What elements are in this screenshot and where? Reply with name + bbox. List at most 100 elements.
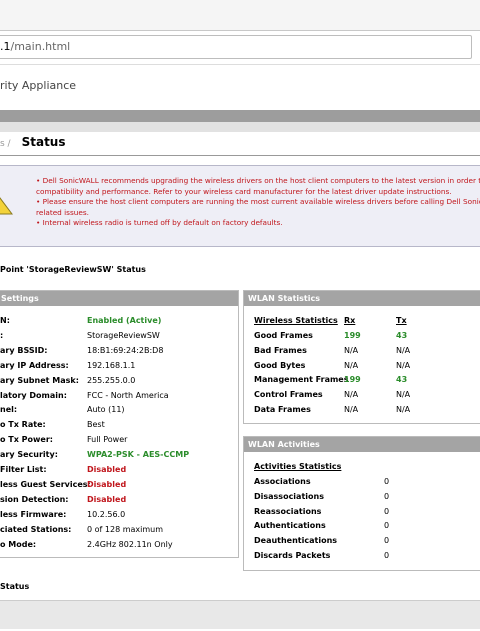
breadcrumb: s / Status <box>0 135 66 149</box>
settings-row: ciated Stations: 0 of 128 maximum <box>0 522 235 537</box>
settings-label: sion Detection: <box>0 494 69 504</box>
settings-value: FCC - North America <box>87 390 169 400</box>
settings-label: ciated Stations: <box>0 524 72 534</box>
stats-name: Data Frames <box>254 405 311 414</box>
address-bar[interactable] <box>0 35 472 59</box>
activities-row: Reassociations 0 <box>244 504 480 519</box>
settings-row: nel: Auto (11) <box>0 402 235 417</box>
activities-name: Discards Packets <box>254 551 331 560</box>
settings-label: o Tx Rate: <box>0 420 46 430</box>
page-title: Status <box>21 135 66 149</box>
warning-line: compatibility and performance. Refer to … <box>36 186 452 196</box>
settings-row: ary Subnet Mask: 255.255.0.0 <box>0 373 235 388</box>
activities-value: 0 <box>384 536 390 546</box>
app-title: rity Appliance <box>0 79 77 92</box>
stats-name: Good Bytes <box>254 360 306 370</box>
stats-rx: N/A <box>344 360 359 370</box>
stats-tx: 43 <box>396 375 408 385</box>
settings-value: 10.2.56.0 <box>87 509 126 519</box>
settings-value: WPA2-PSK - AES-CCMP <box>87 450 190 460</box>
stats-tx: N/A <box>396 360 411 370</box>
wlan-activities-panel: WLAN Activities Activities Statistics Ass… <box>243 436 480 571</box>
activities-value: 0 <box>384 551 390 560</box>
activities-row: Authentications 0 <box>244 518 480 533</box>
settings-value: Disabled <box>87 479 127 489</box>
activities-name: Deauthentications <box>254 536 338 546</box>
settings-value: Full Power <box>87 435 128 445</box>
settings-row: ary IP Address: 192.168.1.1 <box>0 358 235 373</box>
stats-row: Management Frames 199 43 <box>244 372 480 387</box>
stats-rx: N/A <box>344 405 359 414</box>
activities-name: Disassociations <box>254 491 324 501</box>
stats-tx: N/A <box>396 390 411 400</box>
wlan-activities-header: WLAN Activities <box>244 437 480 452</box>
settings-row: latory Domain: FCC - North America <box>0 388 235 403</box>
settings-value: Enabled (Active) <box>87 316 162 325</box>
stats-name: Bad Frames <box>254 345 307 355</box>
settings-row: ary BSSID: 18:B1:69:24:2B:D8 <box>0 343 235 358</box>
activities-row: Discards Packets 0 <box>244 548 480 563</box>
settings-label: ary Subnet Mask: <box>0 375 79 385</box>
settings-row: Filter List: Disabled <box>0 462 235 477</box>
activities-value: 0 <box>384 521 390 531</box>
activities-header-row: Activities Statistics <box>254 462 342 471</box>
settings-row: : StorageReviewSW <box>0 328 235 343</box>
activities-value: 0 <box>384 506 390 516</box>
stats-row: Control Frames N/A N/A <box>244 387 480 402</box>
settings-value: 2.4GHz 802.11n Only <box>87 539 173 549</box>
settings-label: o Tx Power: <box>0 435 54 445</box>
address-text[interactable]: .1/main.html <box>0 40 70 53</box>
stats-header-row: Wireless Statistics Rx Tx <box>244 313 480 328</box>
sub-band <box>0 122 480 132</box>
breadcrumb-prev[interactable]: s / <box>0 139 11 149</box>
settings-label: : <box>0 330 4 340</box>
stats-name: Control Frames <box>254 390 323 400</box>
wlan-stats-panel: WLAN Statistics Wireless Statistics Rx Tx G… <box>243 290 480 424</box>
activities-value: 0 <box>384 477 390 486</box>
settings-label: less Guest Services: <box>0 479 91 489</box>
stats-rx: N/A <box>344 345 359 355</box>
section-footer-title: Status <box>0 582 30 591</box>
activities-row: Disassociations 0 <box>244 489 480 504</box>
settings-row: o Tx Rate: Best <box>0 417 235 432</box>
settings-row: o Tx Power: Full Power <box>0 432 235 447</box>
activities-row: Deauthentications 0 <box>244 533 480 548</box>
stats-tx: 43 <box>396 331 408 340</box>
warning-line: related issues. <box>36 207 89 217</box>
activities-row: Associations 0 <box>244 474 480 489</box>
stats-row: Good Frames 199 43 <box>244 328 480 343</box>
settings-row: o Mode: 2.4GHz 802.11n Only <box>0 537 235 552</box>
divider <box>0 155 480 156</box>
settings-value: StorageReviewSW <box>87 330 160 340</box>
stats-row: Good Bytes N/A N/A <box>244 358 480 373</box>
nav-band <box>0 110 480 122</box>
settings-value: 255.255.0.0 <box>87 375 136 385</box>
warning-messages: • Dell SonicWALL recommends upgrading th… <box>36 176 480 229</box>
settings-row: sion Detection: Disabled <box>0 492 235 507</box>
activities-name: Reassociations <box>254 506 322 516</box>
stats-rx: N/A <box>344 390 359 400</box>
settings-row: ary Security: WPA2-PSK - AES-CCMP <box>0 447 235 462</box>
stats-tx: N/A <box>396 405 411 414</box>
stats-col-header: Rx <box>344 316 356 325</box>
url-host: .1 <box>0 40 11 53</box>
settings-label: ary Security: <box>0 450 58 460</box>
settings-row: N: Enabled (Active) <box>0 313 235 328</box>
stats-tx: N/A <box>396 345 411 355</box>
activities-value: 0 <box>384 491 390 501</box>
settings-label: less Firmware: <box>0 509 67 519</box>
bottom-band <box>0 600 480 629</box>
warning-line: • Internal wireless radio is turned off … <box>36 218 283 228</box>
wlan-stats-header: WLAN Statistics <box>244 291 480 306</box>
warning-icon <box>0 180 14 218</box>
browser-toolbar <box>0 0 480 31</box>
stats-name: Management Frames <box>254 375 349 385</box>
settings-label: N: <box>0 316 10 325</box>
settings-label: nel: <box>0 405 18 415</box>
ap-status-title: Point 'StorageReviewSW' Status <box>0 265 146 274</box>
settings-label: latory Domain: <box>0 390 67 400</box>
stats-col-header: Tx <box>396 316 407 325</box>
settings-value: Disabled <box>87 465 127 474</box>
settings-row: less Firmware: 10.2.56.0 <box>0 507 235 522</box>
stats-row: Data Frames N/A N/A <box>244 402 480 417</box>
